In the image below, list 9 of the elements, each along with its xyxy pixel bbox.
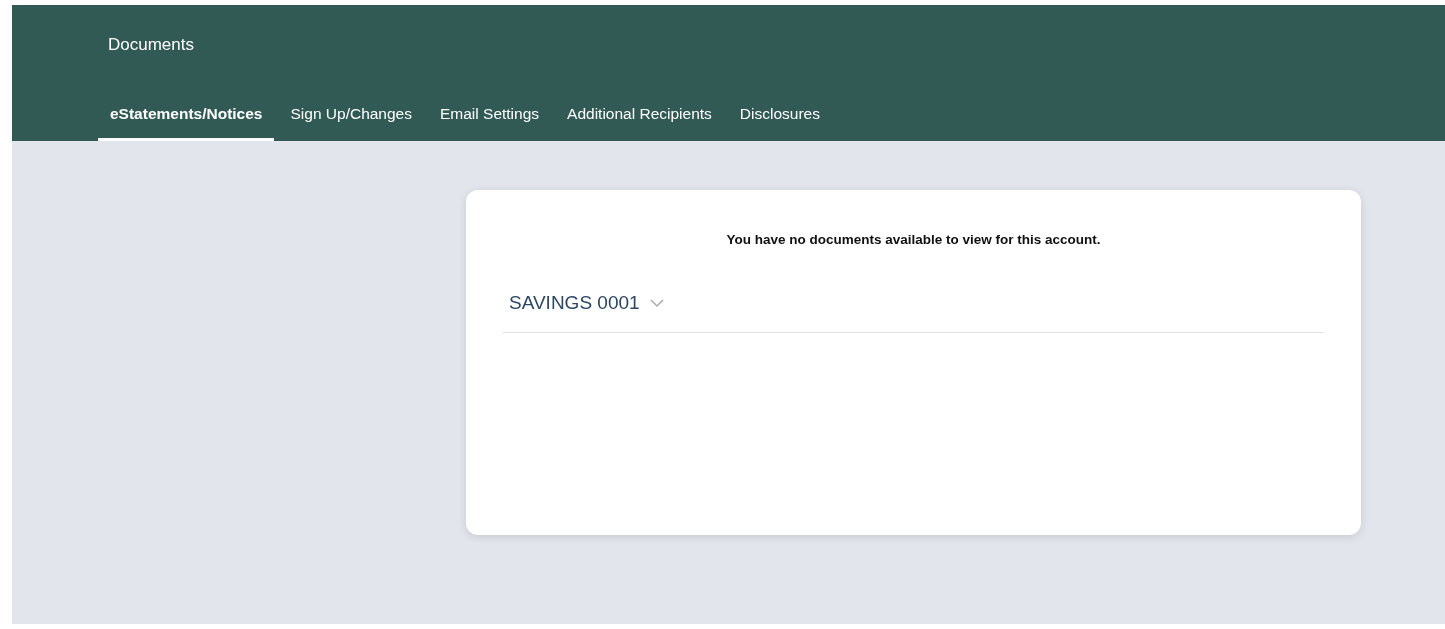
tab[interactable]: Additional Recipients [555,95,724,141]
tab[interactable]: eStatements/Notices [98,95,275,141]
page-title: Documents [108,35,194,55]
tab[interactable]: Disclosures [727,95,832,141]
empty-message: You have no documents available to view for this account. [725,232,1102,247]
chevron-icon [649,298,664,308]
tab[interactable]: Email Settings [428,95,552,141]
account-dropdown[interactable]: SAVINGS 0001 [503,292,670,332]
tab[interactable]: Sign Up/Changes [278,95,424,141]
